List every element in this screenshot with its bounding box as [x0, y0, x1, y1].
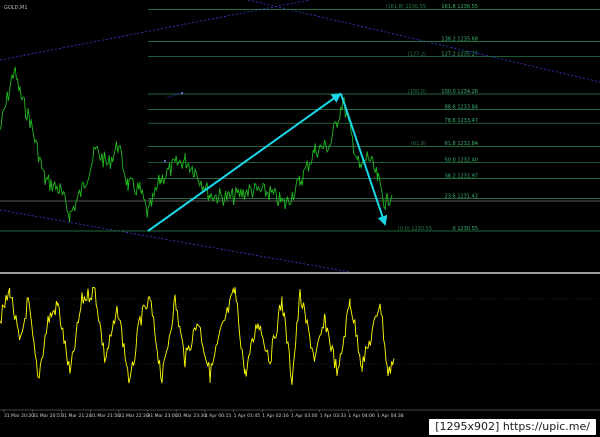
fib-level-label: 88.6 1233.84: [445, 104, 478, 110]
time-tick-label: 31 Mar 21:56: [90, 413, 120, 419]
fib-level-label: 78.6 1233.47: [445, 118, 478, 124]
fib-level-tag: (61.8): [411, 141, 426, 147]
fib-level-label: 100.0 1234.26: [441, 89, 478, 95]
fib-level-label: 161.8 1236.55: [441, 4, 478, 10]
fib-level-label: 138.2 1235.68: [441, 36, 478, 42]
time-tick-label: 31 Mar 23:30: [176, 413, 206, 419]
fib-level-tag: (161.8) 1236.55: [386, 4, 426, 10]
time-tick-label: 31 Mar 23:00: [148, 413, 178, 419]
symbol-timeframe-label: GOLD,M1: [4, 5, 28, 11]
pattern-point: [164, 160, 166, 162]
time-tick-label: 1 Apr 04:38: [377, 413, 404, 419]
fib-level-label: 23.6 1231.43: [445, 193, 478, 199]
trading-chart[interactable]: GOLD,M1 161.8 1236.55 (161.8) 1236.55 138.…: [0, 0, 600, 437]
fib-level-label: 127.2 1235.27: [441, 52, 478, 58]
time-tick-label: 31 Mar 21:24: [61, 413, 91, 419]
watermark: [1295x902] https://upic.me/: [429, 419, 596, 435]
time-tick-label: 31 Mar 22:28: [119, 413, 149, 419]
time-tick-label: 1 Apr 02:16: [262, 413, 289, 419]
time-tick-label: 1 Apr 01:45: [234, 413, 261, 419]
fib-level-label: 0 1230.55: [453, 226, 478, 232]
pattern-point: [181, 92, 183, 94]
time-tick-label: 1 Apr 03:00: [291, 413, 318, 419]
fib-level-label: 38.2 1231.97: [445, 173, 478, 179]
time-tick-label: 1 Apr 00:15: [205, 413, 232, 419]
time-tick-label: 31 Mar 20:20: [4, 413, 34, 419]
time-tick-label: 1 Apr 04:06: [348, 413, 375, 419]
time-tick-label: 1 Apr 03:33: [320, 413, 347, 419]
chart-background: [0, 0, 600, 437]
fib-level-label: 50.0 1232.40: [445, 158, 478, 164]
fib-level-tag: (100.0): [408, 89, 426, 95]
fib-level-label: 61.8 1232.84: [445, 141, 478, 147]
fib-level-tag: (0.0) 1230.55: [398, 226, 432, 232]
time-tick-label: 31 Mar 20:57: [33, 413, 63, 419]
fib-level-tag: (127.2): [408, 52, 426, 58]
